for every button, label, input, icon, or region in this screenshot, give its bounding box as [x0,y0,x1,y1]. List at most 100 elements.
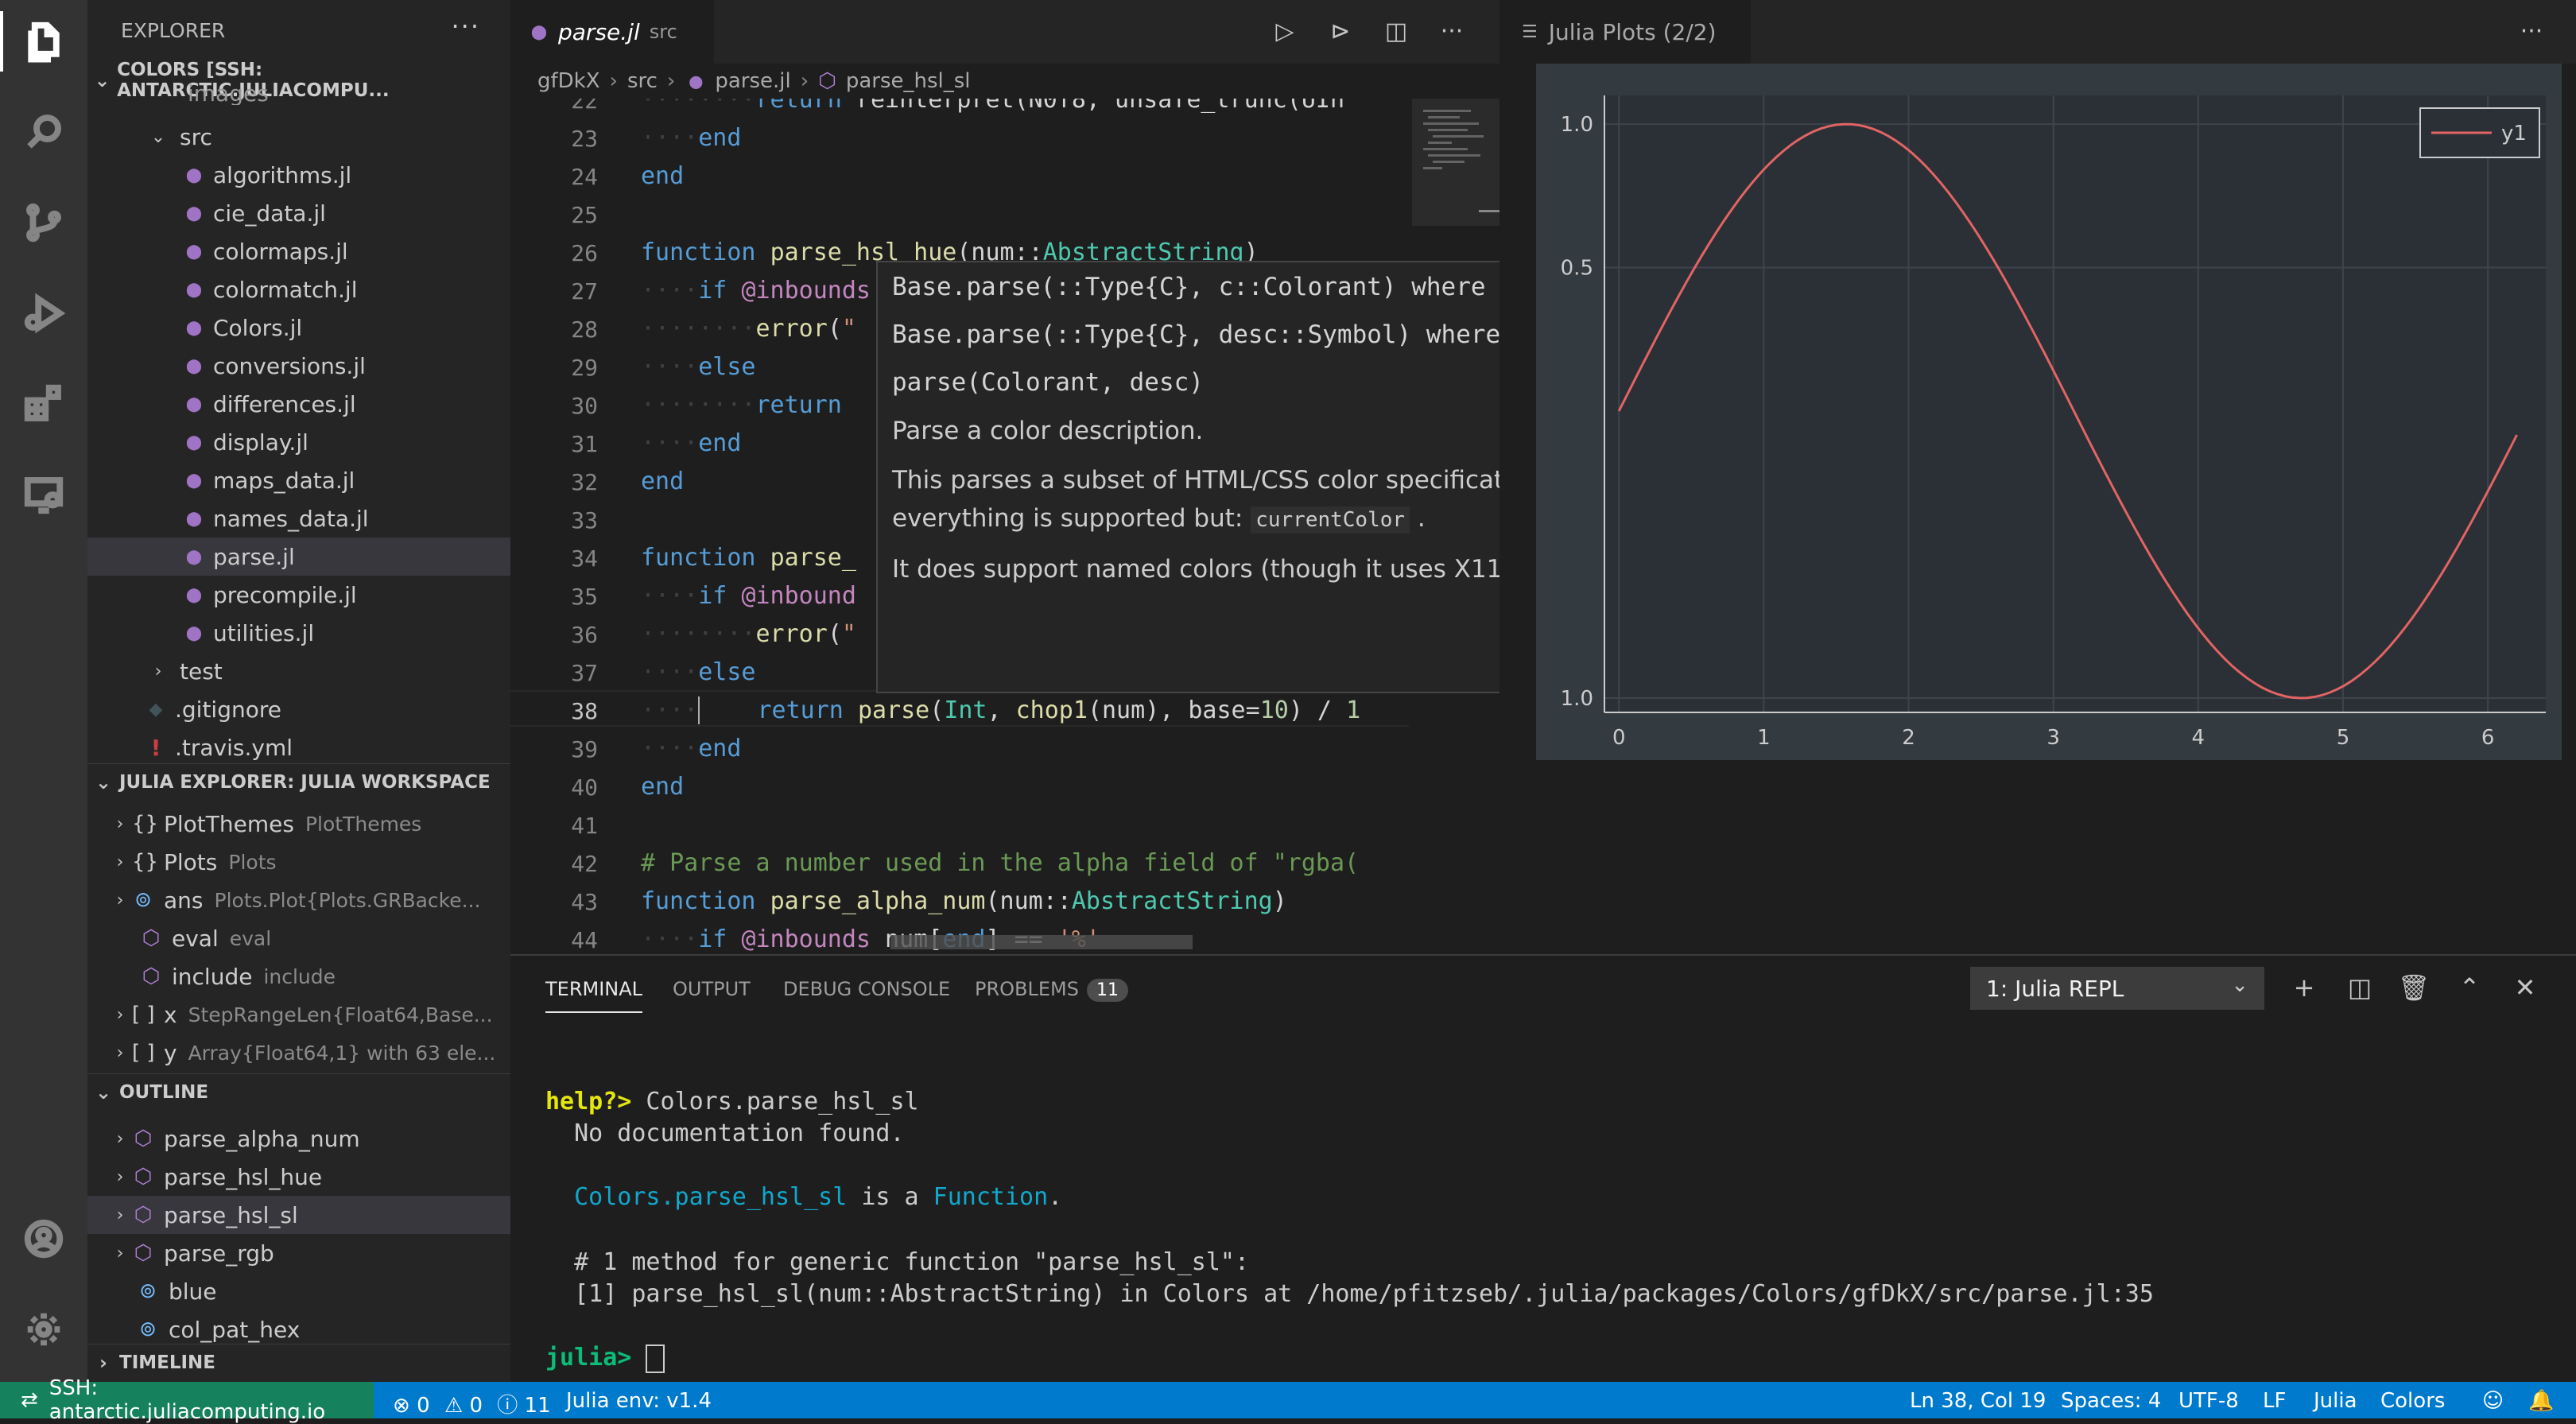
timeline-header[interactable]: › TIMELINE [87,1344,510,1381]
code-line: ····if @inbounds [641,277,871,305]
outline-item-selected[interactable]: › ⬡ parse_hsl_sl [87,1196,510,1234]
julia-file-icon: ⬤ [185,319,203,336]
tab-problems[interactable]: PROBLEMS 11 [975,978,1128,1002]
run-debug-icon[interactable] [0,275,87,351]
tree-file[interactable]: ⬤ colormatch.jl [87,270,510,308]
variable-icon: ⊚ [134,888,152,912]
tree-file[interactable]: ◆ .gitignore [87,690,510,728]
tree-file[interactable]: ! .travis.yml [87,728,510,766]
tree-file[interactable]: ⬤ precompile.jl [87,576,510,614]
split-editor-icon[interactable]: ◫ [1377,13,1415,51]
line-number: 41 [571,813,598,839]
line-number: 42 [571,851,598,877]
workspace-item[interactable]: ›[ ] x StepRangeLen{Float64,Base... [87,995,510,1034]
workspace-item[interactable]: ›{} PlotThemes PlotThemes [87,805,510,843]
project-status[interactable]: Colors [2380,1389,2445,1413]
tree-file[interactable]: ⬤ cie_data.jl [87,194,510,232]
tree-file-selected[interactable]: ⬤ parse.jl [87,537,510,576]
tree-folder-src[interactable]: ⌄ src [87,118,510,156]
split-terminal-icon[interactable]: ◫ [2341,968,2379,1007]
x-tick-label: 0 [1612,726,1626,750]
encoding-status[interactable]: UTF-8 [2178,1389,2239,1413]
horizontal-scrollbar[interactable] [890,935,1193,949]
workspace-item[interactable]: › ⊚ ans Plots.Plot{Plots.GRBacke... [87,881,510,919]
tree-file[interactable]: ⬤ maps_data.jl [87,461,510,499]
outline-item[interactable]: › ⬡ parse_hsl_hue [87,1158,510,1196]
workspace-item[interactable]: ›[ ] y Array{Float64,1} with 63 ele... [87,1034,510,1072]
status-bar: ⇄ SSH: antarctic.juliacomputing.io ⊗ 0 ⚠… [0,1376,2576,1424]
x-tick-label: 5 [2337,726,2350,750]
outline-header[interactable]: ⌄ OUTLINE [87,1073,510,1111]
more-actions-icon[interactable]: ··· [451,11,480,41]
function-icon: ⬡ [134,1241,153,1265]
tree-file[interactable]: ⬤ conversions.jl [87,347,510,385]
tree-file[interactable]: ⬤ colormaps.jl [87,232,510,270]
code-line: function parse_ [641,544,856,572]
julia-file-icon: ⬤ [689,73,704,89]
outline-item[interactable]: ⊚ blue [87,1272,510,1310]
settings-gear-icon[interactable] [0,1291,87,1368]
source-control-icon[interactable] [0,184,87,261]
chevron-right-icon: › [154,661,162,681]
account-icon[interactable] [0,1201,87,1277]
close-panel-icon[interactable]: ✕ [2506,968,2544,1007]
breadcrumb-item[interactable]: gfDkX [537,69,600,93]
tree-file[interactable]: ⬤ differences.jl [87,385,510,423]
line-number: 28 [571,316,598,343]
git-file-icon: ◆ [149,699,163,720]
kill-terminal-icon[interactable]: 🗑 [2395,968,2433,1007]
tree-file[interactable]: ⬤ names_data.jl [87,499,510,537]
y-tick-label: 1.0 [1561,113,1593,137]
search-icon[interactable] [0,94,87,170]
eol-status[interactable]: LF [2263,1389,2286,1413]
remote-indicator[interactable]: ⇄ SSH: antarctic.juliacomputing.io [0,1376,374,1424]
tree-file[interactable]: ⬤ algorithms.jl [87,156,510,194]
julia-env-status[interactable]: Julia env: v1.4 [566,1389,712,1413]
tab-output[interactable]: OUTPUT [673,978,751,1000]
run-file-icon[interactable]: ▷ [1266,13,1304,51]
more-actions-icon[interactable]: ··· [1433,13,1471,51]
plot-pane: 0 1 2 3 4 5 6 1.0 0.5 1.0 y1 [1499,64,2576,954]
outline-item[interactable]: › ⬡ parse_rgb [87,1234,510,1272]
function-icon: ⬡ [134,1203,153,1227]
problems-status[interactable]: ⊗ 0 ⚠ 0 ⓘ 11 [393,1389,551,1418]
outline-item[interactable]: ⊚ col_pat_hex [87,1310,510,1348]
more-actions-icon[interactable]: ··· [2512,13,2551,51]
explorer-icon[interactable] [0,3,87,80]
language-mode-status[interactable]: Julia [2314,1389,2357,1413]
feedback-icon[interactable]: ☺ [2482,1389,2504,1413]
tab-julia-plots[interactable]: ☰ Julia Plots (2/2) [1503,0,1751,64]
debug-file-icon[interactable]: ⊳ [1321,13,1360,51]
tree-folder-test[interactable]: › test [87,652,510,690]
tab-debug-console[interactable]: DEBUG CONSOLE [783,978,950,1000]
side-bar: EXPLORER ··· ⌄ COLORS [SSH: ANTARCTIC.JU… [87,0,510,1382]
tree-file[interactable]: ⬤ display.jl [87,423,510,461]
inline-code: currentColor [1251,506,1410,534]
module-icon: {} [132,850,159,874]
code-line: ········error(" [641,620,856,648]
breadcrumb-item[interactable]: src [627,69,658,93]
julia-explorer-header[interactable]: ⌄ JULIA EXPLORER: JULIA WORKSPACE [87,763,510,801]
workspace-item[interactable]: ›{} Plots Plots [87,843,510,881]
editor-tab-parse[interactable]: ⬤ parse.jl src [510,0,714,64]
notifications-bell-icon[interactable]: 🔔 [2528,1389,2554,1413]
remote-explorer-icon[interactable] [0,456,87,533]
new-terminal-icon[interactable]: + [2285,968,2323,1007]
extensions-icon[interactable] [0,366,87,442]
indentation-status[interactable]: Spaces: 4 [2061,1389,2161,1413]
breadcrumb-item[interactable]: parse.jl [715,69,790,93]
activity-bar [0,0,87,1382]
workspace-item[interactable]: ⬡ eval eval [87,919,510,957]
outline-item[interactable]: › ⬡ parse_alpha_num [87,1119,510,1158]
line-number: 39 [571,736,598,762]
terminal-select[interactable]: 1: Julia REPL ⌄ [1970,967,2264,1010]
workspace-item[interactable]: ⬡ include include [87,957,510,995]
tree-item-images[interactable]: images [87,81,510,105]
tree-file[interactable]: ⬤ utilities.jl [87,614,510,652]
breadcrumb-item[interactable]: parse_hsl_sl [846,69,971,93]
tab-terminal[interactable]: TERMINAL [545,978,643,1013]
cursor-position-status[interactable]: Ln 38, Col 19 [1910,1389,2046,1413]
maximize-panel-icon[interactable]: ⌃ [2450,968,2489,1007]
terminal-line[interactable]: julia> [545,1344,665,1373]
tree-file[interactable]: ⬤ Colors.jl [87,308,510,347]
